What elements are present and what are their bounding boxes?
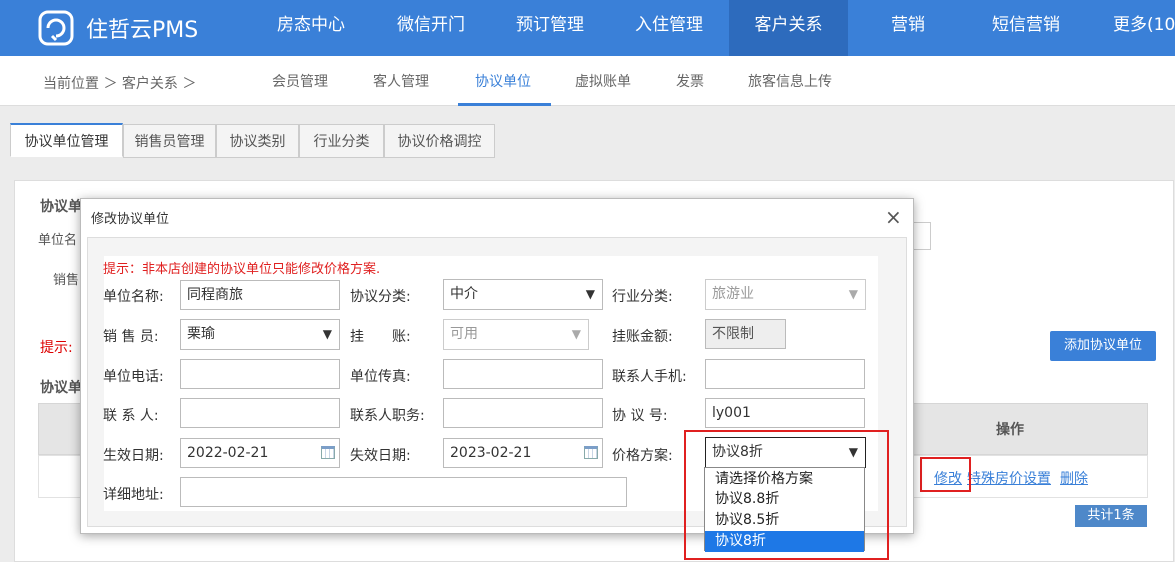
phone-input[interactable] [180,359,340,389]
special-rate-link[interactable]: 特殊房价设置 [967,468,1051,488]
add-agreement-unit-button[interactable]: 添加协议单位 [1050,331,1156,361]
brand-name: 住哲云PMS [86,18,199,43]
sub-nav: 当前位置 ＞ 客户关系 ＞ 会员管理 客人管理 协议单位 虚拟账单 发票 旅客信… [0,56,1175,106]
nav-item-marketing[interactable]: 营销 [852,0,964,56]
address-input[interactable] [180,477,627,507]
active-subtab-indicator [458,103,551,106]
industry-value: 旅游业 [712,286,754,302]
end-date-input[interactable]: 2023-02-21 [443,438,603,468]
fax-input[interactable] [443,359,603,389]
unit-name-label: 单位名 [38,233,78,248]
nav-item-wechat-door[interactable]: 微信开门 [375,0,487,56]
subtab-virtual-bills[interactable]: 虚拟账单 [575,71,631,91]
contact-label: 联 系 人: [103,408,159,424]
nav-item-crm[interactable]: 客户关系 [729,0,848,56]
chevron-down-icon: ▼ [571,327,581,341]
brand-logo-icon [38,10,74,46]
contact-mobile-input[interactable] [705,359,865,389]
contact-input[interactable] [180,398,340,428]
list-fieldset-title: 协议单 [40,380,82,396]
form-tip: 提示：非本店创建的协议单位只能修改价格方案. [103,262,381,277]
salesperson-value: 栗瑜 [187,326,215,342]
phone-label: 单位电话: [103,369,164,385]
agreement-no-input[interactable]: ly001 [705,398,865,428]
subtab-guests[interactable]: 客人管理 [373,71,429,91]
page-hint: 提示: [40,340,73,356]
category-label: 协议分类: [350,289,411,305]
chevron-down-icon: ▼ [848,287,858,301]
highlight-box-edit [920,457,971,492]
category-value: 中介 [450,286,478,302]
tab-agreement-category[interactable]: 协议类别 [216,124,299,158]
subtab-members[interactable]: 会员管理 [272,71,328,91]
fax-label: 单位传真: [350,369,411,385]
unit-name-label: 单位名称: [103,289,164,305]
end-date-value: 2023-02-21 [450,445,532,461]
nav-item-room-status[interactable]: 房态中心 [255,0,367,56]
credit-value: 可用 [450,326,478,342]
salesperson-label: 销 售 员: [103,329,159,345]
subtab-traveler-upload[interactable]: 旅客信息上传 [748,71,832,91]
credit-label: 挂 账: [350,329,411,345]
credit-amount-input: 不限制 [705,319,786,349]
end-date-label: 失效日期: [350,448,411,464]
search-fieldset-title: 协议单 [40,199,82,215]
column-header-action: 操作 [996,422,1024,438]
total-count-badge: 共计1条 [1075,505,1147,527]
credit-amount-label: 挂账金额: [612,329,673,345]
delete-link[interactable]: 删除 [1060,468,1088,488]
tab-agreement-price-control[interactable]: 协议价格调控 [384,124,495,158]
contact-mobile-label: 联系人手机: [612,369,687,385]
close-icon[interactable]: × [885,205,902,229]
breadcrumb: 当前位置 ＞ 客户关系 ＞ [43,76,197,92]
salesperson-select[interactable]: 栗瑜 ▼ [180,319,340,350]
tab-sales-mgmt[interactable]: 销售员管理 [123,124,216,158]
start-date-input[interactable]: 2022-02-21 [180,438,340,468]
tab-agreement-unit-mgmt[interactable]: 协议单位管理 [10,123,123,157]
agreement-no-label: 协 议 号: [612,408,668,424]
category-select[interactable]: 中介 ▼ [443,279,603,310]
tab-industry-category[interactable]: 行业分类 [299,124,384,158]
dialog-title: 修改协议单位 [91,212,170,227]
address-label: 详细地址: [103,487,164,503]
sales-label: 销售 [53,273,80,288]
nav-item-more[interactable]: 更多(10) [1103,0,1175,56]
nav-item-booking[interactable]: 预订管理 [494,0,606,56]
chevron-down-icon: ▼ [322,327,332,341]
calendar-icon[interactable] [584,446,598,459]
industry-select: 旅游业 ▼ [705,279,866,310]
top-nav: 住哲云PMS 房态中心 微信开门 预订管理 入住管理 客户关系 营销 短信营销 … [0,0,1175,56]
chevron-down-icon: ▼ [585,287,595,301]
nav-item-checkin[interactable]: 入住管理 [613,0,725,56]
calendar-icon[interactable] [321,446,335,459]
start-date-value: 2022-02-21 [187,445,269,461]
subtab-invoice[interactable]: 发票 [676,71,704,91]
nav-item-sms[interactable]: 短信营销 [970,0,1082,56]
contact-title-label: 联系人职务: [350,408,425,424]
subtab-agreement-units[interactable]: 协议单位 [475,71,531,91]
price-plan-label: 价格方案: [612,448,673,464]
credit-select: 可用 ▼ [443,319,589,350]
highlight-box-price-plan [684,430,889,560]
industry-label: 行业分类: [612,289,673,305]
unit-name-input[interactable]: 同程商旅 [180,280,340,310]
contact-title-input[interactable] [443,398,603,428]
start-date-label: 生效日期: [103,448,164,464]
